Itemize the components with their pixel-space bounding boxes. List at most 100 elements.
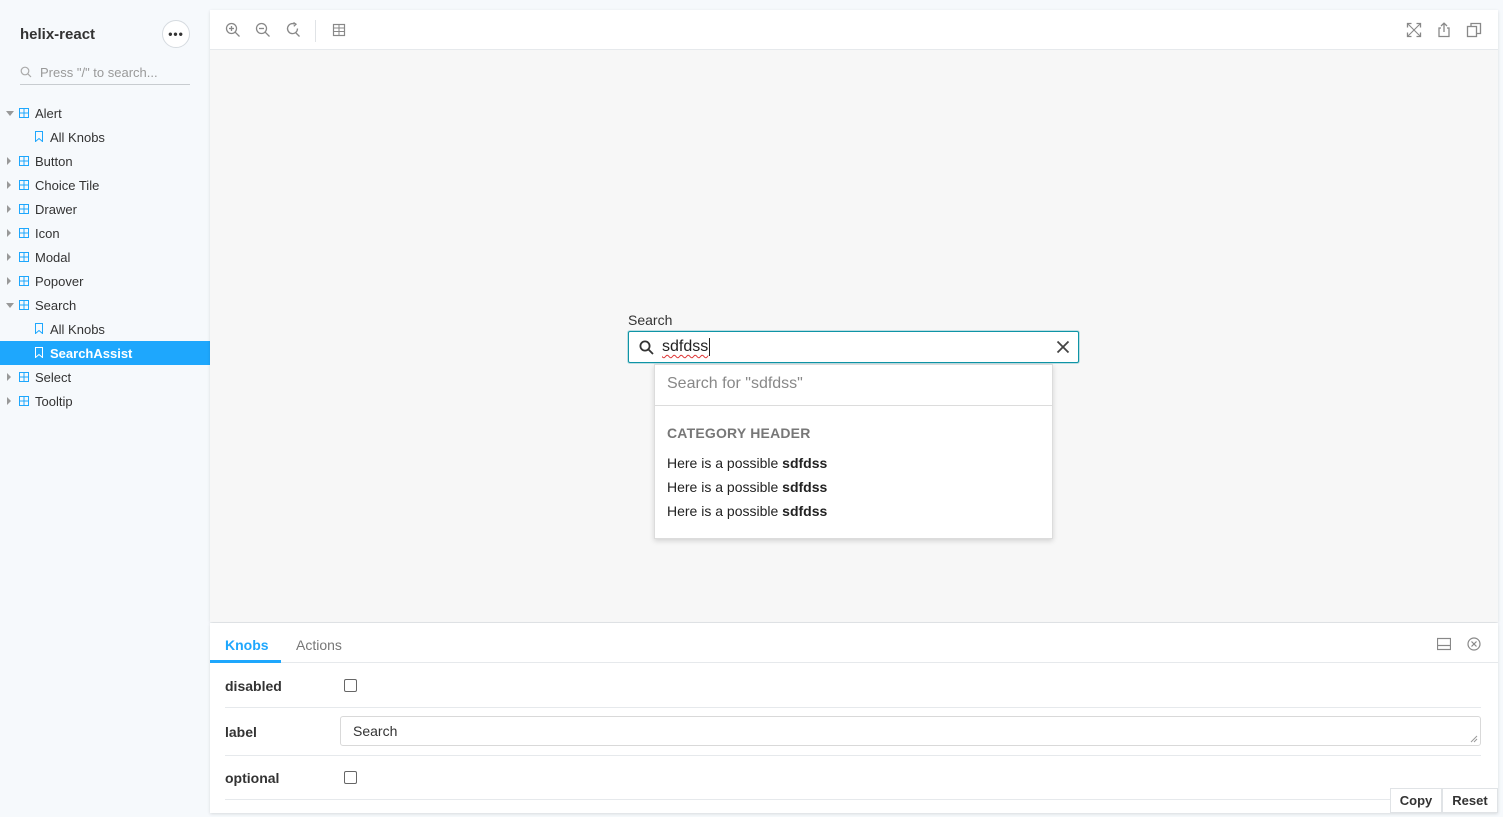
suggestion-item[interactable]: Here is a possible sdfdss xyxy=(667,503,827,519)
tree-item-label: Tooltip xyxy=(35,394,73,409)
sidebar-search xyxy=(20,62,190,85)
label-input-value: Search xyxy=(353,723,398,739)
tree-item-label: Popover xyxy=(35,274,84,289)
sidebar: helix-react ••• Alert All Knobs Button C… xyxy=(0,0,210,817)
search-icon xyxy=(20,66,32,78)
sidebar-search-input[interactable] xyxy=(40,62,188,82)
copy-link-icon[interactable] xyxy=(1466,22,1482,38)
knob-row-disabled: disabled xyxy=(225,664,1481,708)
component-icon xyxy=(19,276,29,286)
copy-button[interactable]: Copy xyxy=(1390,788,1442,813)
component-icon xyxy=(19,372,29,382)
knob-name: optional xyxy=(225,770,280,786)
brand-title[interactable]: helix-react xyxy=(20,26,95,43)
tab-actions[interactable]: Actions xyxy=(296,637,342,653)
component-icon xyxy=(19,396,29,406)
preview-panel: Search sdfdss Search for "sdfdss" CATEGO… xyxy=(210,10,1498,622)
tree-item-choice-tile[interactable]: Choice Tile xyxy=(0,173,210,197)
bookmark-icon xyxy=(35,323,43,334)
tree-item-popover[interactable]: Popover xyxy=(0,269,210,293)
addons-tabs: Knobs Actions xyxy=(210,623,1498,663)
search-for-option[interactable]: Search for "sdfdss" xyxy=(667,375,803,393)
suggestion-prefix: Here is a possible xyxy=(667,479,783,495)
text-cursor xyxy=(709,338,710,356)
tree-item-label: Alert xyxy=(35,106,62,121)
tree-item-icon[interactable]: Icon xyxy=(0,221,210,245)
preview-toolbar xyxy=(210,10,1498,50)
component-icon xyxy=(19,252,29,262)
tree-item-search-assist[interactable]: SearchAssist xyxy=(0,341,210,365)
close-icon[interactable] xyxy=(1056,340,1070,354)
tree-item-label: Modal xyxy=(35,250,71,265)
disabled-checkbox[interactable] xyxy=(344,679,357,692)
optional-checkbox[interactable] xyxy=(344,771,357,784)
suggestion-item[interactable]: Here is a possible sdfdss xyxy=(667,479,827,495)
tree-item-search[interactable]: Search xyxy=(0,293,210,317)
tab-knobs[interactable]: Knobs xyxy=(225,637,269,653)
reset-button[interactable]: Reset xyxy=(1442,788,1498,813)
label-text-input[interactable]: Search xyxy=(340,716,1481,746)
suggestion-item[interactable]: Here is a possible sdfdss xyxy=(667,455,827,471)
caret-right-icon xyxy=(7,373,11,381)
panel-orientation-icon[interactable] xyxy=(1437,637,1451,651)
caret-down-icon xyxy=(6,111,14,116)
tree-item-label: Select xyxy=(35,370,72,385)
tree-item-label: Icon xyxy=(35,226,60,241)
story-tree: Alert All Knobs Button Choice Tile Drawe… xyxy=(0,101,210,413)
tree-item-alert[interactable]: Alert xyxy=(0,101,210,125)
component-icon xyxy=(19,156,29,166)
knob-name: disabled xyxy=(225,678,282,694)
component-icon xyxy=(19,228,29,238)
background-grid-icon[interactable] xyxy=(331,22,347,38)
zoom-reset-icon[interactable] xyxy=(285,22,301,38)
suggestion-match: sdfdss xyxy=(782,479,828,495)
caret-right-icon xyxy=(7,157,11,165)
share-icon[interactable] xyxy=(1436,22,1452,38)
tree-item-label: Search xyxy=(35,298,77,313)
caret-right-icon xyxy=(7,205,11,213)
caret-down-icon xyxy=(6,303,14,308)
suggestion-prefix: Here is a possible xyxy=(667,503,783,519)
bookmark-icon xyxy=(35,347,43,358)
preview-canvas: Search sdfdss Search for "sdfdss" CATEGO… xyxy=(210,50,1498,622)
search-assist-field[interactable]: sdfdss xyxy=(628,331,1079,363)
suggestion-match: sdfdss xyxy=(782,455,828,471)
close-panel-icon[interactable] xyxy=(1467,637,1481,651)
tree-item-tooltip[interactable]: Tooltip xyxy=(0,389,210,413)
more-options-button[interactable]: ••• xyxy=(162,20,190,48)
zoom-out-icon[interactable] xyxy=(255,22,271,38)
tree-item-button[interactable]: Button xyxy=(0,149,210,173)
knob-name: label xyxy=(225,724,257,740)
suggestion-prefix: Here is a possible xyxy=(667,455,783,471)
addons-panel: Knobs Actions disabled label Search opti… xyxy=(210,623,1498,813)
knob-row-optional: optional xyxy=(225,756,1481,800)
fullscreen-icon[interactable] xyxy=(1406,22,1422,38)
tree-item-select[interactable]: Select xyxy=(0,365,210,389)
tree-item-label: Button xyxy=(35,154,73,169)
component-icon xyxy=(19,108,29,118)
category-header: CATEGORY HEADER xyxy=(667,425,811,441)
caret-right-icon xyxy=(7,181,11,189)
knob-row-label: label Search xyxy=(225,708,1481,756)
dropdown-divider xyxy=(655,405,1052,406)
component-icon xyxy=(19,204,29,214)
resize-handle-icon[interactable] xyxy=(1470,735,1478,743)
search-assist-input[interactable]: sdfdss xyxy=(662,338,708,356)
component-icon xyxy=(19,300,29,310)
tree-item-search-all-knobs[interactable]: All Knobs xyxy=(0,317,210,341)
tree-item-label: Drawer xyxy=(35,202,77,217)
component-icon xyxy=(19,180,29,190)
tree-item-label: All Knobs xyxy=(50,130,105,145)
tree-item-alert-all-knobs[interactable]: All Knobs xyxy=(0,125,210,149)
tree-item-label: Choice Tile xyxy=(35,178,100,193)
tree-item-drawer[interactable]: Drawer xyxy=(0,197,210,221)
search-field-label: Search xyxy=(628,312,673,328)
caret-right-icon xyxy=(7,277,11,285)
toolbar-separator xyxy=(315,20,316,42)
caret-right-icon xyxy=(7,253,11,261)
active-tab-indicator xyxy=(210,660,281,663)
tree-item-label: SearchAssist xyxy=(50,346,133,361)
zoom-in-icon[interactable] xyxy=(225,22,241,38)
caret-right-icon xyxy=(7,397,11,405)
tree-item-modal[interactable]: Modal xyxy=(0,245,210,269)
